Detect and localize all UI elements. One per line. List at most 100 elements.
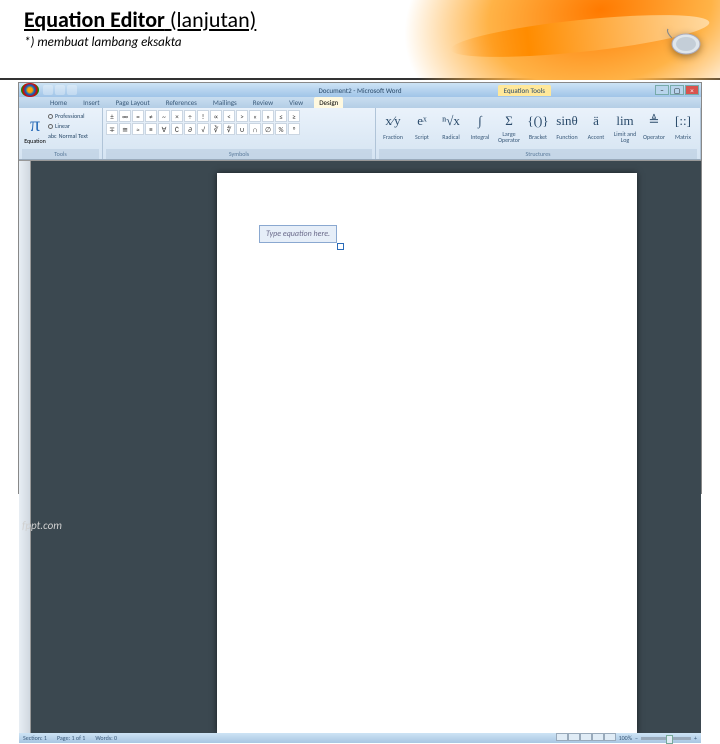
zoom-in-button[interactable]: + [694,734,697,742]
structure-icon: Σ [505,110,513,130]
page-canvas[interactable]: Type equation here. [31,161,701,733]
symbol-26[interactable]: ∩ [249,123,261,135]
slide-title: Equation Editor (lanjutan) [24,6,696,33]
tab-review[interactable]: Review [248,97,278,108]
office-button[interactable] [21,83,39,97]
symbol-4[interactable]: ~ [158,110,170,122]
equation-label: Equation [24,137,46,145]
equation-placeholder-box[interactable]: Type equation here. [259,225,337,243]
status-page[interactable]: Page: 1 of 1 [57,734,85,742]
symbol-7[interactable]: ! [197,110,209,122]
structure-matrix[interactable]: [::]Matrix [669,110,697,144]
structure-label: Accent [588,130,605,144]
structure-icon: {()} [527,110,548,130]
linear-option[interactable]: Linear [48,122,88,130]
ribbon-tabs: Home Insert Page Layout References Maili… [19,97,701,108]
symbol-20[interactable]: ∁ [171,123,183,135]
structure-label: Radical [442,130,459,144]
symbol-8[interactable]: ∝ [210,110,222,122]
symbol-11[interactable]: « [249,110,261,122]
tab-mailings[interactable]: Mailings [208,97,242,108]
slide-header: Equation Editor (lanjutan) *) membuat la… [0,0,720,80]
structure-radical[interactable]: ⁿ√xRadical [437,110,465,144]
window-controls: – ▢ × [655,85,699,95]
structure-icon: ä [593,110,599,130]
symbol-18[interactable]: ≡ [145,123,157,135]
zoom-out-button[interactable]: − [635,734,638,742]
structure-label: Bracket [529,130,547,144]
symbol-27[interactable]: ∅ [262,123,274,135]
symbol-22[interactable]: √ [197,123,209,135]
view-buttons[interactable] [556,733,616,743]
title-rest: (lanjutan) [165,6,256,33]
structure-script[interactable]: eˣScript [408,110,436,144]
symbol-3[interactable]: ≠ [145,110,157,122]
symbol-5[interactable]: × [171,110,183,122]
titlebar: Document2 - Microsoft Word Equation Tool… [19,83,701,97]
zoom-level[interactable]: 100% [619,734,632,742]
structure-accent[interactable]: äAccent [582,110,610,144]
symbol-24[interactable]: ∜ [223,123,235,135]
status-section[interactable]: Section: 1 [23,734,47,742]
structure-label: Function [556,130,577,144]
structure-label: Fraction [383,130,403,144]
symbol-19[interactable]: ∀ [158,123,170,135]
professional-option[interactable]: Professional [48,112,88,120]
vertical-ruler[interactable] [19,161,31,733]
structure-icon: x⁄y [385,110,400,130]
symbol-16[interactable]: ≅ [119,123,131,135]
structure-label: Matrix [675,130,691,144]
symbols-group-label: Symbols [106,149,372,159]
structure-icon: ≜ [649,110,660,130]
structure-function[interactable]: sinθFunction [553,110,581,144]
structure-icon: lim [616,110,633,130]
symbol-23[interactable]: ∛ [210,123,222,135]
word-window: Document2 - Microsoft Word Equation Tool… [18,82,702,494]
minimize-button[interactable]: – [655,85,669,95]
symbol-29[interactable]: ° [288,123,300,135]
symbol-17[interactable]: ≈ [132,123,144,135]
symbol-13[interactable]: ≤ [275,110,287,122]
close-button[interactable]: × [685,85,699,95]
symbol-28[interactable]: % [275,123,287,135]
status-words[interactable]: Words: 0 [95,734,117,742]
equation-tools-tab-label: Equation Tools [498,85,551,96]
tab-references[interactable]: References [161,97,202,108]
tab-page-layout[interactable]: Page Layout [111,97,155,108]
symbol-12[interactable]: » [262,110,274,122]
symbol-21[interactable]: ∂ [184,123,196,135]
symbol-0[interactable]: ± [106,110,118,122]
mouse-icon [664,28,704,58]
zoom-slider[interactable] [641,737,691,740]
window-title: Document2 - Microsoft Word [318,86,401,95]
structure-label: Large Operator [495,130,523,144]
structure-fraction[interactable]: x⁄yFraction [379,110,407,144]
structure-limit-and-log[interactable]: limLimit and Log [611,110,639,144]
title-bold: Equation Editor [24,6,165,33]
structure-operator[interactable]: ≜Operator [640,110,668,144]
page[interactable]: Type equation here. [217,173,637,733]
symbol-25[interactable]: ∪ [236,123,248,135]
symbol-15[interactable]: ∓ [106,123,118,135]
equation-resize-handle[interactable] [337,243,344,250]
symbol-2[interactable]: = [132,110,144,122]
symbol-14[interactable]: ≥ [288,110,300,122]
tab-view[interactable]: View [284,97,308,108]
maximize-button[interactable]: ▢ [670,85,684,95]
quick-access-toolbar[interactable] [43,85,77,95]
slide-subtitle: *) membuat lambang eksakta [24,35,696,50]
tab-home[interactable]: Home [45,97,72,108]
normal-text-option[interactable]: abcNormal Text [48,132,88,140]
structure-icon: ⁿ√x [442,110,460,130]
equation-button[interactable]: π Equation [22,110,48,148]
tab-insert[interactable]: Insert [78,97,104,108]
symbol-9[interactable]: < [223,110,235,122]
symbol-6[interactable]: ÷ [184,110,196,122]
symbol-1[interactable]: ∞ [119,110,131,122]
ribbon-group-tools: π Equation Professional Linear abcNormal… [19,108,103,159]
symbol-10[interactable]: > [236,110,248,122]
tab-design[interactable]: Design [314,97,343,108]
structure-large-operator[interactable]: ΣLarge Operator [495,110,523,144]
structure-integral[interactable]: ∫Integral [466,110,494,144]
structure-bracket[interactable]: {()}Bracket [524,110,552,144]
